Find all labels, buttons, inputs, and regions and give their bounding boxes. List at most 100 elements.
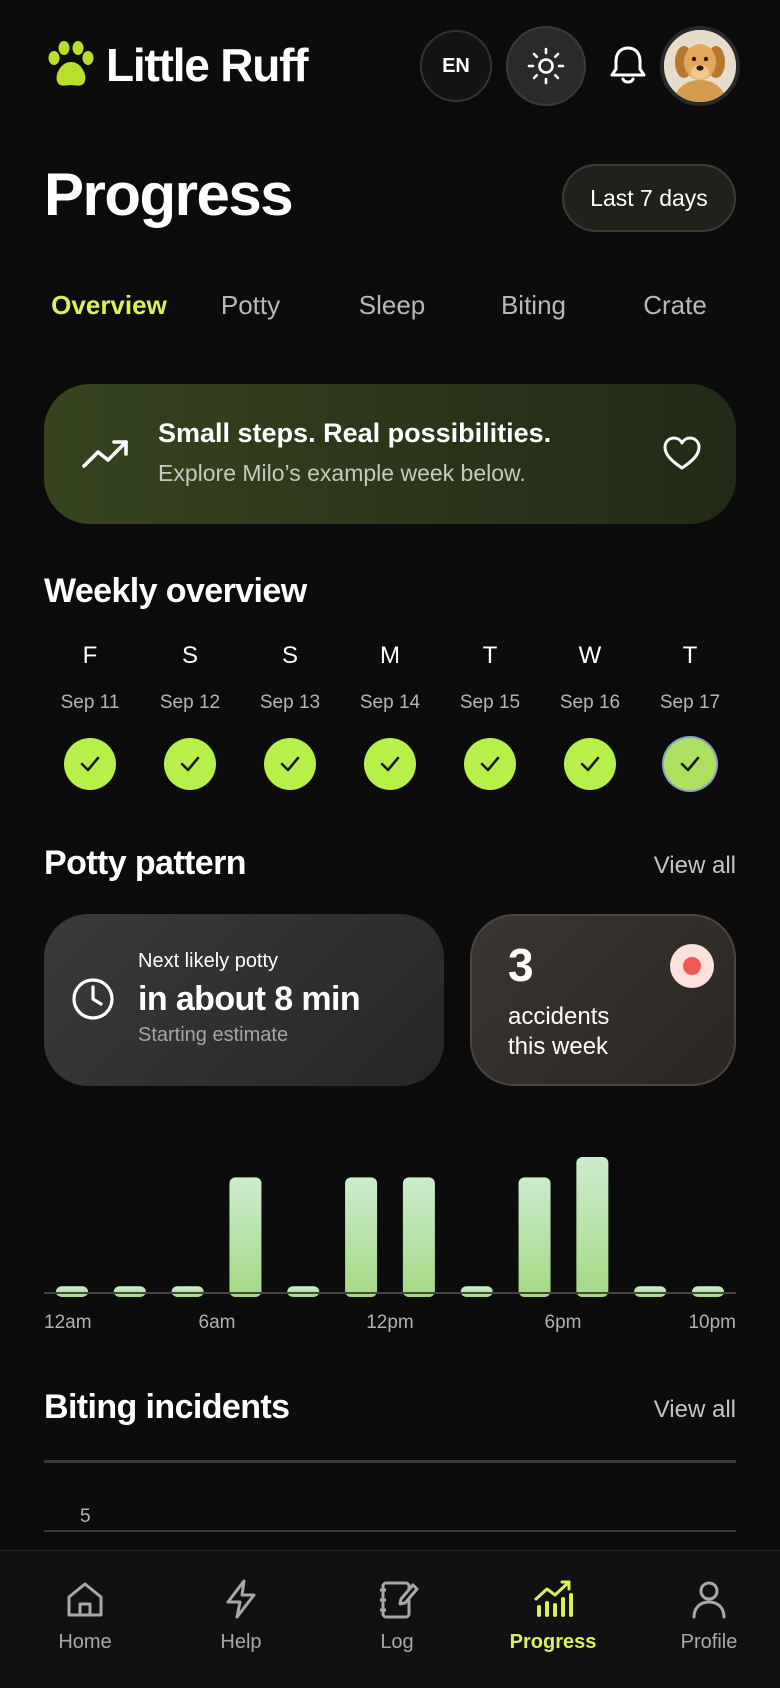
trending-up-icon [82, 440, 128, 468]
tab-sleep[interactable]: Sleep [327, 290, 457, 330]
day-item-today[interactable]: T Sep 17 [640, 642, 740, 802]
potty-view-all-link[interactable]: View all [654, 852, 736, 880]
chart-x-tick-label: 12am [44, 1312, 92, 1333]
nav-label: Home [58, 1631, 112, 1653]
day-complete-badge [564, 738, 616, 790]
puppy-avatar-image [664, 30, 736, 102]
lightning-icon [226, 1579, 256, 1619]
day-letter: T [482, 642, 498, 669]
day-date: Sep 13 [259, 692, 321, 713]
check-icon [480, 756, 500, 772]
language-button[interactable]: EN [420, 30, 492, 102]
chart-x-tick-label: 12pm [366, 1312, 414, 1333]
tab-crate[interactable]: Crate [610, 290, 740, 330]
day-date: Sep 17 [659, 692, 721, 713]
chart-bar [518, 1177, 551, 1297]
chart-bar [460, 1286, 493, 1297]
nav-progress[interactable]: Progress [482, 1551, 624, 1688]
day-letter: M [380, 642, 400, 669]
page-title: Progress [44, 161, 294, 228]
chart-x-axis: 12am 6am 12pm 6pm 10pm [44, 1312, 736, 1340]
sun-icon [527, 47, 565, 85]
nav-label: Profile [680, 1631, 738, 1653]
nav-home[interactable]: Home [14, 1551, 156, 1688]
day-item[interactable]: S Sep 12 [140, 642, 240, 802]
day-item[interactable]: M Sep 14 [340, 642, 440, 802]
day-complete-badge [264, 738, 316, 790]
nav-label: Progress [509, 1631, 597, 1653]
check-icon [380, 756, 400, 772]
home-icon [67, 1582, 103, 1617]
app-header: Little Ruff EN [44, 26, 740, 106]
biting-view-all-link[interactable]: View all [654, 1396, 736, 1424]
nav-label: Help [220, 1631, 262, 1653]
notebook-icon [380, 1581, 419, 1619]
encouragement-banner[interactable]: Small steps. Real possibilities. Explore… [44, 384, 736, 524]
day-item[interactable]: S Sep 13 [240, 642, 340, 802]
potty-pattern-title: Potty pattern [44, 844, 246, 882]
chart-bar [171, 1286, 204, 1297]
next-potty-subtitle: Starting estimate [138, 1024, 289, 1046]
accidents-count: 3 [508, 939, 534, 991]
accidents-card[interactable]: 3 accidents this week [470, 914, 736, 1086]
theme-toggle-button[interactable] [506, 26, 586, 106]
nav-profile[interactable]: Profile [638, 1551, 780, 1688]
day-complete-badge [64, 738, 116, 790]
biting-gridline [44, 1530, 736, 1532]
day-date: Sep 15 [459, 692, 521, 713]
chart-icon [534, 1580, 573, 1617]
date-range-button[interactable]: Last 7 days [562, 164, 736, 232]
heart-icon[interactable] [662, 434, 702, 474]
next-potty-card[interactable]: Next likely potty in about 8 min Startin… [44, 914, 444, 1086]
chart-bar [634, 1286, 667, 1297]
weekly-overview-title: Weekly overview [44, 572, 307, 610]
tab-potty[interactable]: Potty [186, 290, 316, 330]
section-divider [44, 1460, 736, 1463]
chart-bar [345, 1177, 378, 1297]
chart-x-tick-label: 6pm [544, 1312, 582, 1333]
biting-incidents-title: Biting incidents [44, 1388, 290, 1426]
nav-log[interactable]: Log [326, 1551, 468, 1688]
tab-bar: Overview Potty Sleep Biting Crate [44, 290, 740, 330]
chart-x-tick-label: 6am [198, 1312, 236, 1333]
banner-title: Small steps. Real possibilities. [158, 418, 552, 448]
day-date: Sep 11 [60, 692, 120, 713]
avatar[interactable] [660, 26, 740, 106]
day-item[interactable]: T Sep 15 [440, 642, 540, 802]
clock-icon [72, 978, 114, 1020]
next-potty-value: in about 8 min [138, 980, 361, 1018]
chart-bar [287, 1286, 320, 1297]
tab-overview[interactable]: Overview [44, 290, 174, 330]
day-item[interactable]: F Sep 11 [40, 642, 140, 802]
check-icon [280, 756, 300, 772]
bell-icon[interactable] [604, 42, 652, 90]
day-complete-badge [364, 738, 416, 790]
day-date: Sep 14 [359, 692, 421, 713]
week-strip: F Sep 11 S Sep 12 S Sep 13 M Sep 14 T Se… [40, 642, 740, 802]
check-icon [180, 756, 200, 772]
user-icon [692, 1581, 726, 1619]
day-complete-badge [664, 738, 716, 790]
day-letter: F [82, 642, 98, 669]
chart-bar [56, 1286, 88, 1297]
day-complete-badge [164, 738, 216, 790]
nav-help[interactable]: Help [170, 1551, 312, 1688]
chart-x-tick-label: 10pm [688, 1312, 736, 1333]
day-item[interactable]: W Sep 16 [540, 642, 640, 802]
chart-bar [229, 1177, 262, 1297]
day-letter: W [578, 642, 602, 669]
check-icon [580, 756, 600, 772]
check-icon [80, 756, 100, 772]
chart-bar [113, 1286, 146, 1297]
day-date: Sep 16 [559, 692, 621, 713]
alert-dot-icon [670, 944, 714, 988]
chart-bar [692, 1286, 724, 1297]
paw-icon [48, 41, 94, 86]
day-date: Sep 12 [159, 692, 221, 713]
chart-bar [402, 1177, 435, 1297]
app-name: Little Ruff [106, 39, 309, 91]
app-logo[interactable]: Little Ruff [44, 38, 309, 92]
biting-axis-value: 5 [80, 1506, 91, 1527]
tab-biting[interactable]: Biting [469, 290, 599, 330]
banner-subtitle: Explore Milo’s example week below. [158, 460, 526, 486]
